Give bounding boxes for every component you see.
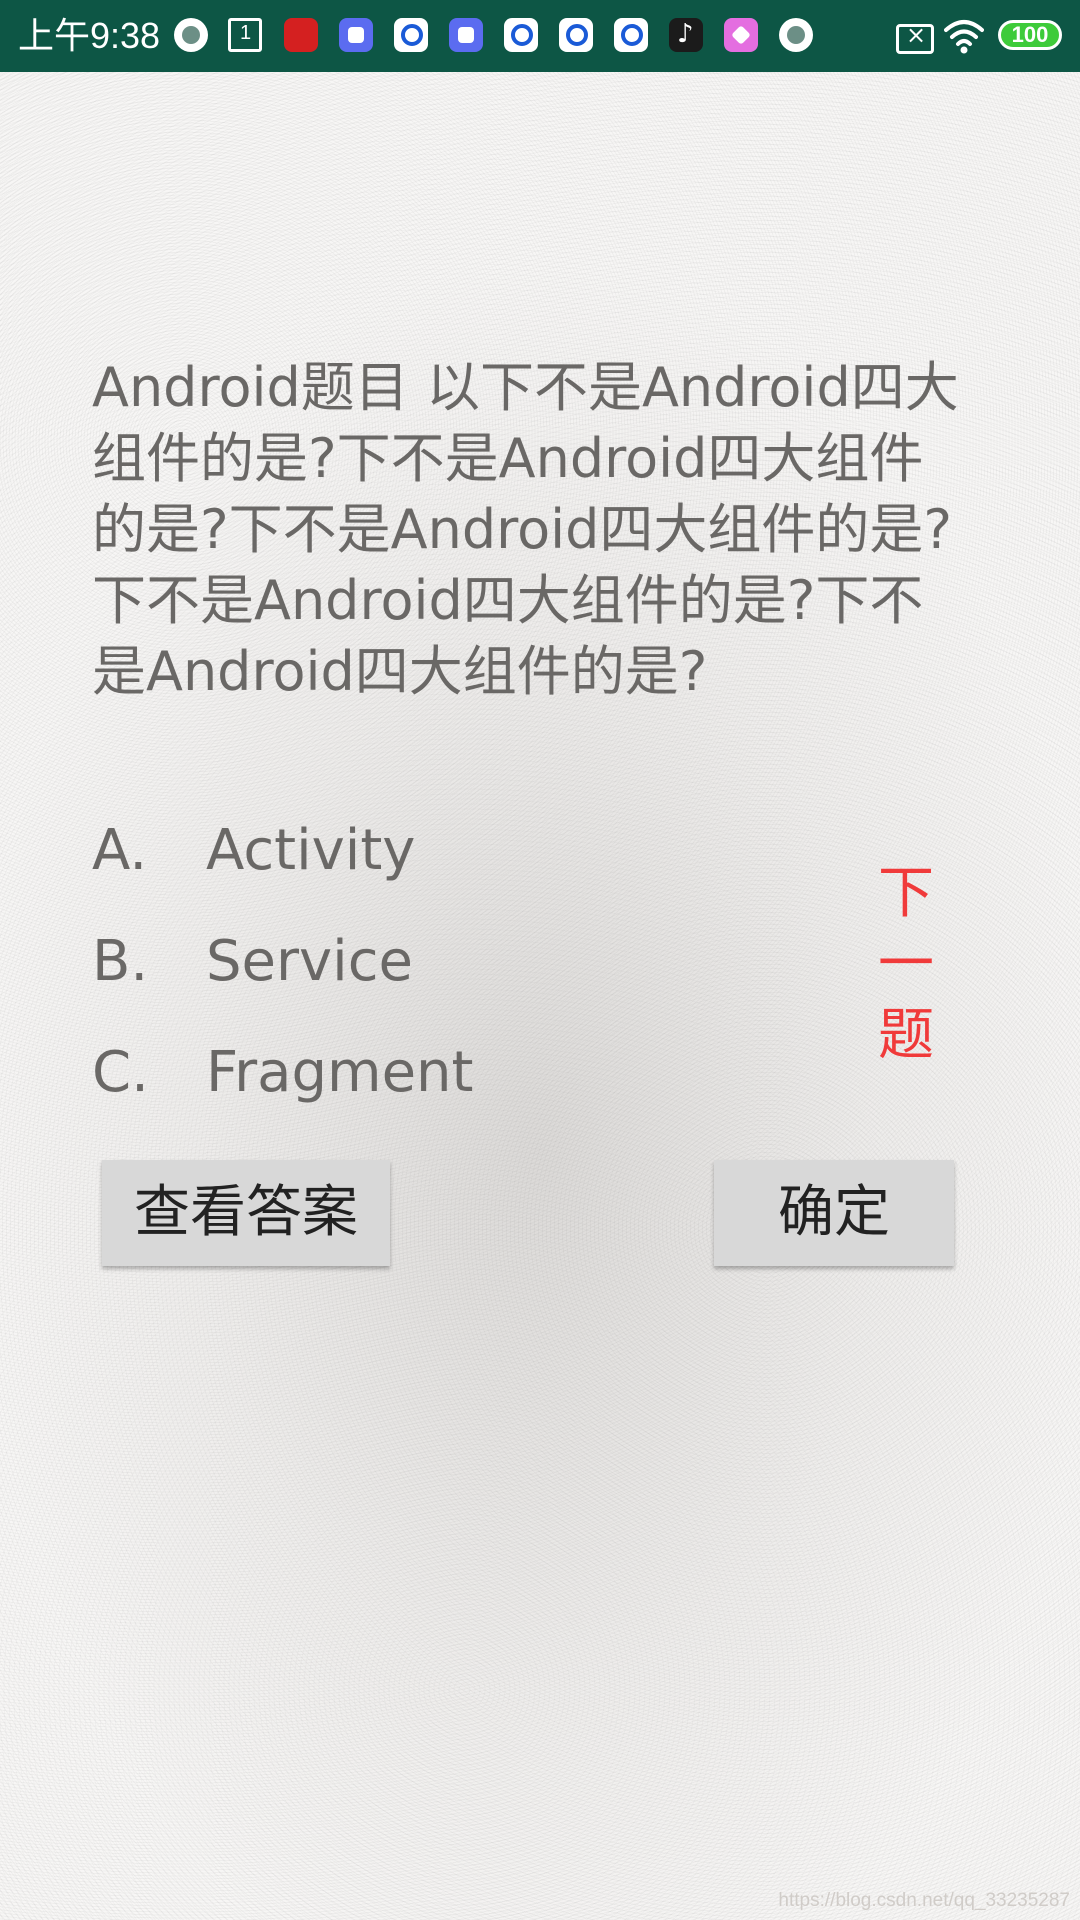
status-bar: 上午9:38 100	[0, 0, 1080, 72]
qq-icon	[559, 18, 593, 52]
confirm-button[interactable]: 确定	[714, 1160, 954, 1266]
option-letter: C.	[92, 1040, 149, 1105]
no-sim-icon	[896, 21, 934, 54]
blue-app-icon	[339, 18, 373, 52]
qq-icon	[614, 18, 648, 52]
option-text: Service	[206, 929, 413, 994]
view-answer-button[interactable]: 查看答案	[102, 1160, 390, 1266]
tiktok-icon	[669, 18, 703, 52]
ring-icon	[779, 18, 813, 52]
pink-app-icon	[724, 18, 758, 52]
option-b[interactable]: B. Service	[92, 927, 732, 997]
qq-icon	[504, 18, 538, 52]
qq-icon	[394, 18, 428, 52]
next-question-button[interactable]: 下一题	[872, 858, 940, 1071]
battery-level: 100	[1011, 22, 1049, 47]
option-c[interactable]: C. Fragment	[92, 1038, 732, 1108]
question-text: Android题目 以下不是Android四大组件的是?下不是Android四大…	[92, 356, 959, 703]
option-a[interactable]: A. Activity	[92, 816, 732, 886]
calendar-icon	[228, 18, 262, 52]
option-text: Fragment	[206, 1040, 474, 1105]
xuexi-app-icon	[284, 18, 318, 52]
ring-icon	[174, 18, 208, 52]
battery-icon: 100	[998, 20, 1062, 50]
watermark: https://blog.csdn.net/qq_33235287	[778, 1890, 1070, 1911]
option-text: Activity	[206, 818, 416, 883]
option-letter: A.	[92, 818, 148, 883]
blue-app-icon	[449, 18, 483, 52]
wifi-icon	[944, 20, 984, 54]
option-letter: B.	[92, 929, 149, 994]
status-time: 上午9:38	[18, 15, 161, 56]
